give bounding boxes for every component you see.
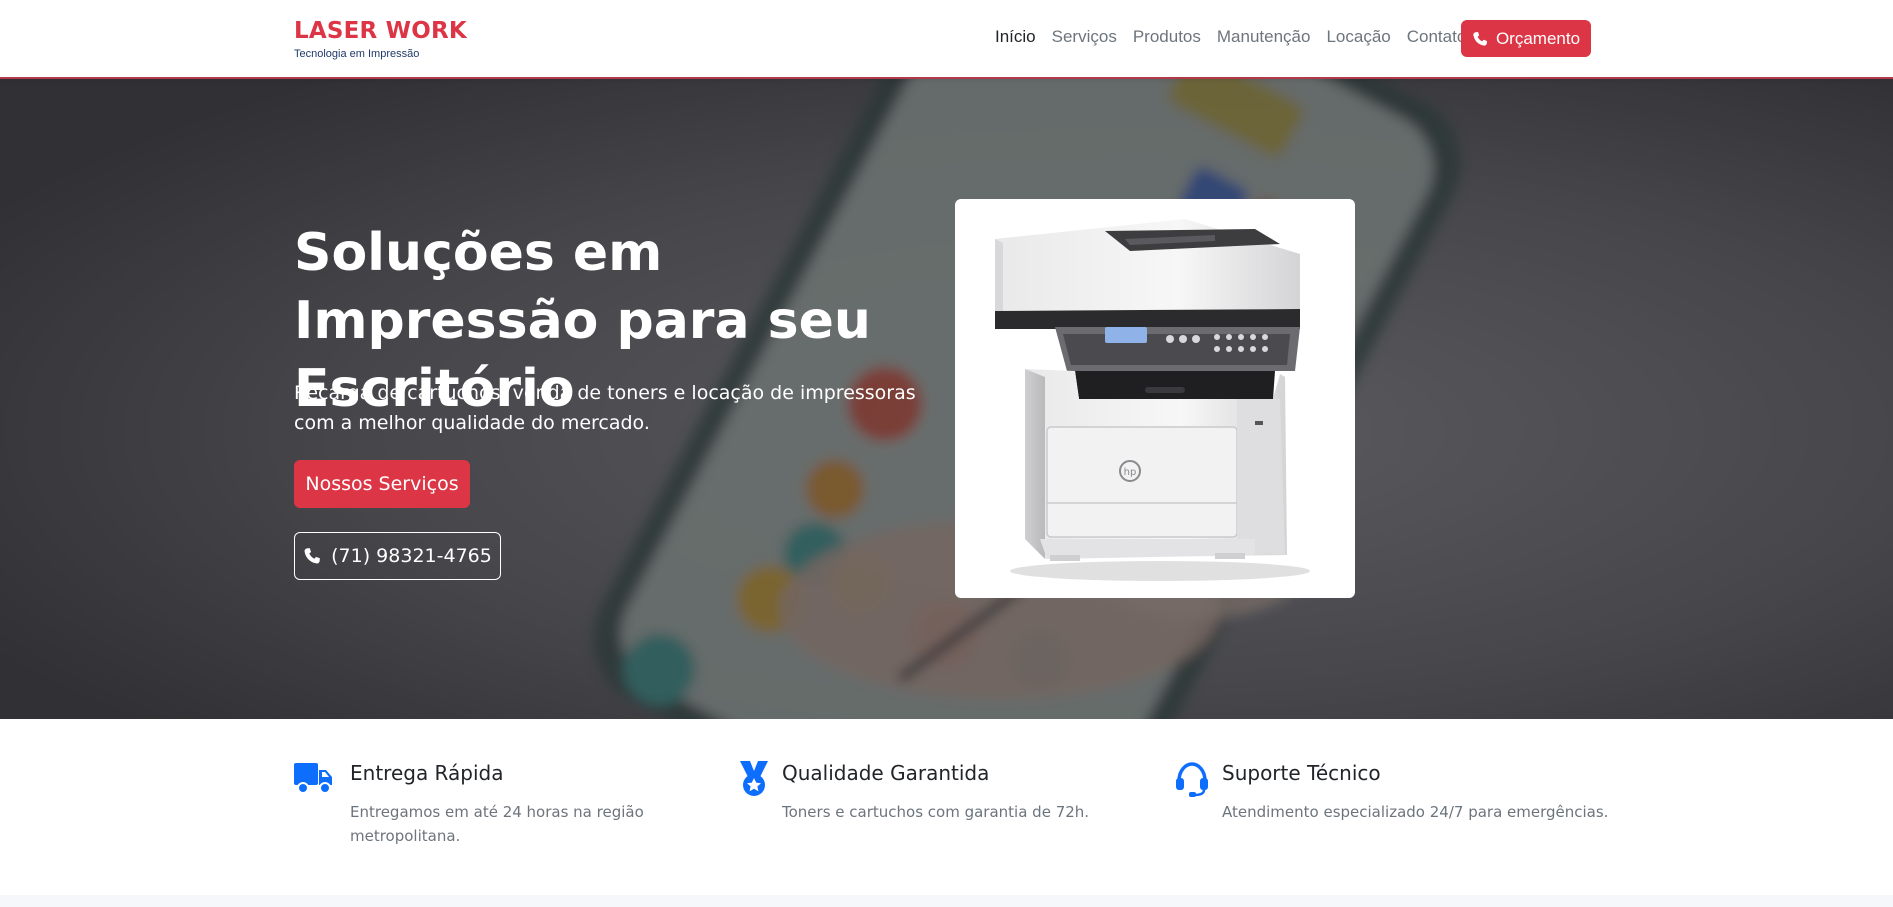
feature-description: Entregamos em até 24 horas na região met…: [350, 803, 644, 845]
award-medal-icon: [740, 761, 768, 796]
printer-image: hp: [995, 219, 1310, 581]
brand-tagline: Tecnologia em Impressão: [294, 48, 420, 60]
phone-button[interactable]: (71) 98321-4765: [294, 532, 501, 580]
truck-icon: [294, 763, 332, 794]
hero-overlay: [0, 79, 1893, 719]
quote-button-label: Orçamento: [1495, 28, 1581, 48]
navbar: LASER WORK Tecnologia em Impressão Iníci…: [0, 0, 1893, 79]
quote-button[interactable]: Orçamento: [1461, 20, 1591, 57]
phone-icon: [304, 548, 321, 564]
next-section-edge: [0, 895, 1893, 907]
features-section: Entrega Rápida Entregamos em até 24 hora…: [0, 719, 1893, 895]
feature-title: Entrega Rápida: [350, 761, 504, 785]
brand-logo[interactable]: LASER WORK Tecnologia em Impressão: [294, 18, 467, 60]
hero-subtitle: Recarga de cartuchos, venda de toners e …: [294, 382, 916, 434]
feature-title: Suporte Técnico: [1222, 761, 1381, 785]
feature-description: Atendimento especializado 24/7 para emer…: [1222, 803, 1609, 821]
nav-link-produtos[interactable]: Produtos: [1133, 27, 1201, 47]
nav-link-manutencao[interactable]: Manutenção: [1217, 27, 1311, 47]
printer-image-card: hp: [955, 199, 1355, 598]
phone-number: (71) 98321-4765: [331, 545, 492, 567]
hero-section: Soluções em Impressão para seu Escritóri…: [0, 79, 1893, 719]
headset-icon: [1176, 762, 1208, 797]
our-services-button[interactable]: Nossos Serviços: [294, 460, 470, 508]
phone-icon: [1473, 31, 1487, 46]
main-nav: Início Serviços Produtos Manutenção Loca…: [995, 27, 1482, 47]
nav-link-servicos[interactable]: Serviços: [1052, 27, 1117, 47]
feature-title: Qualidade Garantida: [782, 761, 990, 785]
nav-link-contato[interactable]: Contato: [1407, 27, 1467, 47]
nav-link-locacao[interactable]: Locação: [1326, 27, 1390, 47]
nav-link-inicio[interactable]: Início: [995, 27, 1036, 47]
feature-description: Toners e cartuchos com garantia de 72h.: [782, 803, 1090, 821]
svg-text:hp: hp: [1124, 467, 1137, 478]
brand-name: LASER WORK: [294, 18, 467, 44]
